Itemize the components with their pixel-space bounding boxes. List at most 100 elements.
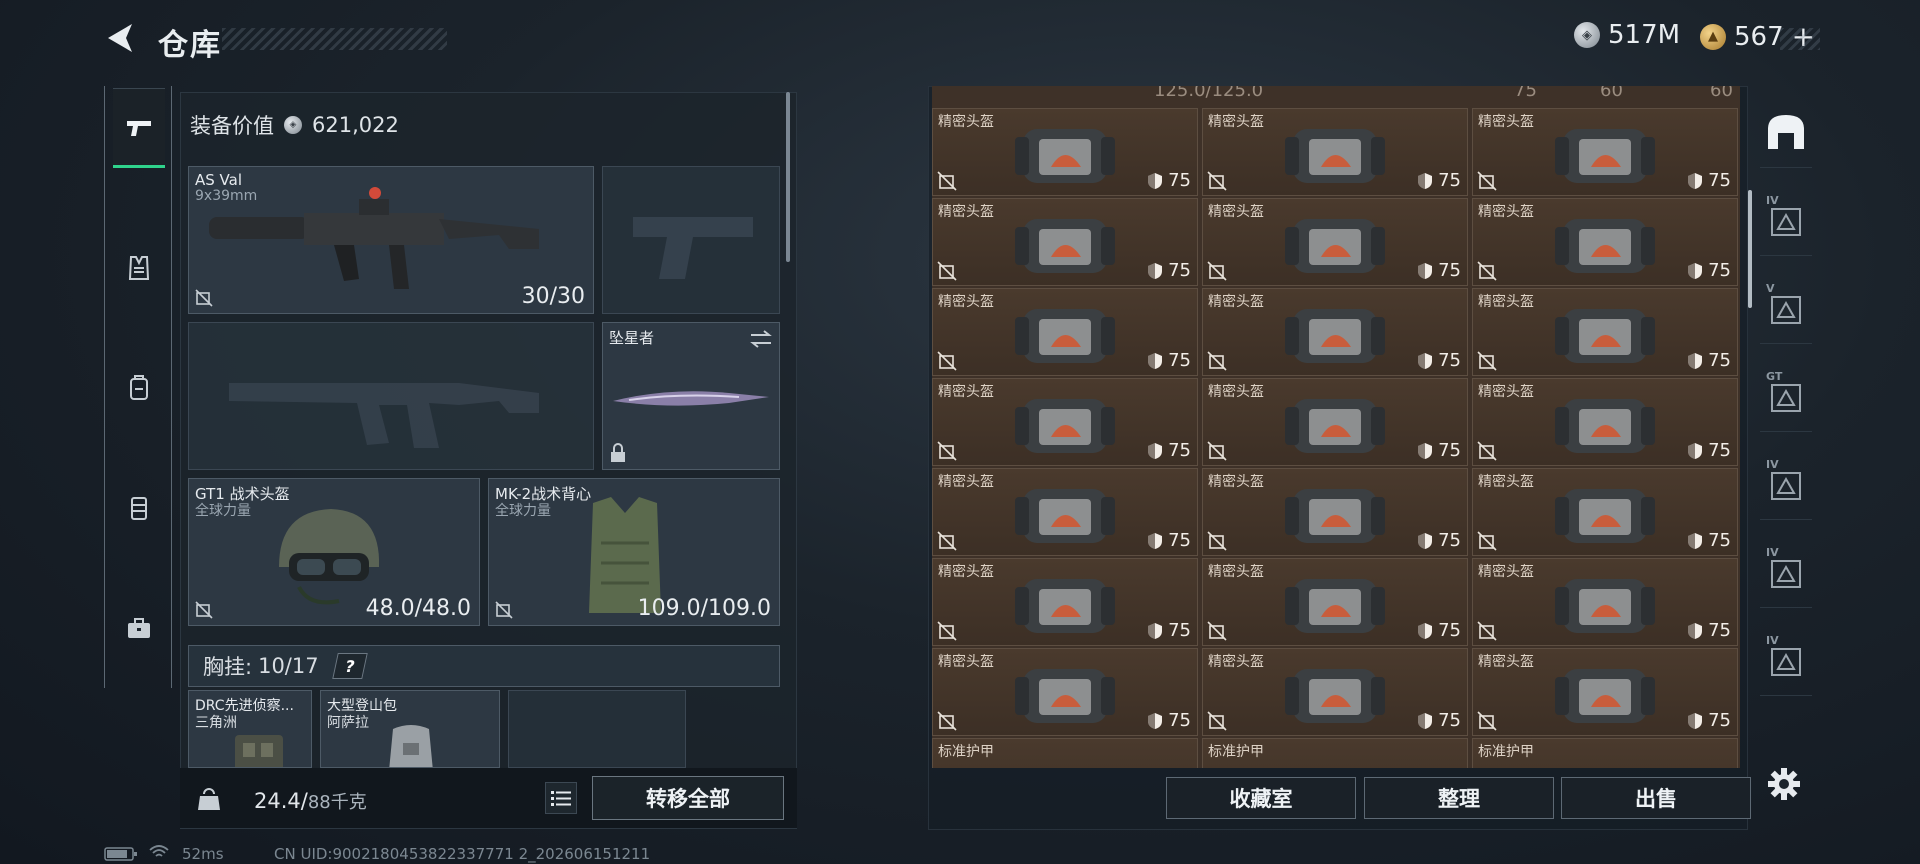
storage-item-cell[interactable]: 精密头盔 75: [1472, 288, 1738, 376]
storage-item-cell[interactable]: 精密头盔 75: [1202, 648, 1468, 736]
shield-icon: [1418, 352, 1433, 369]
storage-item-cell[interactable]: 精密头盔 75: [1202, 468, 1468, 556]
backpack-slot[interactable]: 大型登山包 阿萨拉: [320, 690, 500, 768]
case-icon: [128, 618, 150, 638]
shield-icon: [1148, 532, 1163, 549]
collection-room-button[interactable]: 收藏室: [1166, 777, 1356, 819]
armor-durability: 109.0/109.0: [637, 596, 771, 621]
transfer-all-button[interactable]: 转移全部: [592, 776, 784, 820]
melee-slot[interactable]: 坠星者: [602, 322, 780, 470]
storage-item-cell[interactable]: 精密头盔 75: [1472, 558, 1738, 646]
primary-weapon-slot[interactable]: AS Val 9x39mm 30/30: [188, 166, 594, 314]
helmet-item-icon: [1285, 669, 1385, 723]
filter-tier-item[interactable]: IV: [1760, 186, 1812, 256]
storage-item-cell[interactable]: 精密头盔 75: [932, 378, 1198, 466]
list-icon: [551, 791, 571, 806]
storage-item-cell[interactable]: 精密头盔 75: [932, 558, 1198, 646]
helmet-item-icon: [1015, 579, 1115, 633]
item-armor-class: 75: [1147, 170, 1191, 191]
organize-button[interactable]: 整理: [1364, 777, 1554, 819]
filter-tier-item[interactable]: IV: [1760, 538, 1812, 608]
storage-item-cell[interactable]: 精密头盔 75: [932, 288, 1198, 376]
category-armor[interactable]: [113, 228, 165, 308]
item-armor-class: 75: [1417, 260, 1461, 281]
secondary-primary-slot[interactable]: [188, 322, 594, 470]
item-name: 精密头盔: [938, 654, 994, 670]
item-armor-class: 75: [1417, 440, 1461, 461]
storage-item-cell[interactable]: 精密头盔 75: [932, 468, 1198, 556]
category-backpack[interactable]: [113, 348, 165, 428]
shield-icon: [1418, 442, 1433, 459]
armor-slot[interactable]: MK-2战术背心 全球力量 109.0/109.0: [488, 478, 780, 626]
item-name: 精密头盔: [1478, 384, 1534, 400]
wifi-icon: [149, 845, 169, 857]
item-name: 精密头盔: [1478, 114, 1534, 130]
filter-tier-item[interactable]: IV: [1760, 626, 1812, 696]
item-armor-value: 75: [1708, 260, 1731, 281]
sell-button[interactable]: 出售: [1561, 777, 1751, 819]
no-insure-icon: [1477, 621, 1497, 641]
filter-tier-item[interactable]: V: [1760, 274, 1812, 344]
item-armor-class: 75: [1417, 170, 1461, 191]
no-insure-icon: [937, 171, 957, 191]
shield-icon: [1688, 622, 1703, 639]
filter-tier-item[interactable]: GT: [1760, 362, 1812, 432]
storage-item-cell[interactable]: 精密头盔 75: [1472, 648, 1738, 736]
storage-item-cell[interactable]: 标准护甲: [1472, 738, 1738, 768]
item-armor-value: 75: [1168, 620, 1191, 641]
item-name: 精密头盔: [938, 204, 994, 220]
silver-amount: 517M: [1608, 20, 1681, 50]
item-name: 精密头盔: [1208, 564, 1264, 580]
help-button[interactable]: ?: [331, 653, 368, 679]
storage-item-cell[interactable]: 精密头盔 75: [932, 108, 1198, 196]
storage-item-cell[interactable]: 精密头盔 75: [1202, 378, 1468, 466]
secondary-weapon-slot[interactable]: [602, 166, 780, 314]
no-insure-icon: [495, 601, 513, 619]
item-name: 精密头盔: [1208, 294, 1264, 310]
item-armor-class: 75: [1687, 710, 1731, 731]
helmet-slot[interactable]: GT1 战术头盔 全球力量 48.0/48.0: [188, 478, 480, 626]
storage-item-cell[interactable]: 精密头盔 75: [1472, 378, 1738, 466]
storage-item-cell[interactable]: 精密头盔 75: [1472, 198, 1738, 286]
settings-gear-icon[interactable]: [1766, 766, 1802, 802]
item-armor-value: 75: [1708, 350, 1731, 371]
no-insure-icon: [1477, 351, 1497, 371]
storage-item-cell[interactable]: 精密头盔 75: [1202, 558, 1468, 646]
prev-durability: 125.0/125.0: [1154, 86, 1264, 101]
category-case[interactable]: [113, 588, 165, 668]
equipment-value: 装备价值 ◈ 621,022: [190, 100, 780, 150]
category-chest-rig[interactable]: [113, 468, 165, 548]
empty-container-slot[interactable]: [508, 690, 686, 768]
tier-label: V: [1766, 282, 1775, 295]
list-view-button[interactable]: [545, 782, 577, 814]
storage-item-cell[interactable]: 精密头盔 75: [1472, 108, 1738, 196]
weight-icon: [198, 788, 220, 810]
no-insure-icon: [937, 351, 957, 371]
backpack-icon: [130, 375, 148, 400]
storage-item-cell[interactable]: 标准护甲: [932, 738, 1198, 768]
back-button[interactable]: [100, 18, 140, 58]
equipment-scrollbar[interactable]: [786, 92, 790, 262]
storage-item-cell[interactable]: 标准护甲: [1202, 738, 1468, 768]
filter-all[interactable]: [1760, 98, 1812, 168]
storage-item-cell[interactable]: 精密头盔 75: [1472, 468, 1738, 556]
rig-slot[interactable]: DRC先进侦察... 三角洲: [188, 690, 312, 768]
filter-tier-item[interactable]: IV: [1760, 450, 1812, 520]
swap-icon[interactable]: [749, 329, 773, 349]
rig-icon: [131, 497, 147, 520]
shield-icon: [1688, 262, 1703, 279]
backpack-item-icon: [389, 725, 433, 767]
item-armor-class: 75: [1687, 170, 1731, 191]
storage-item-cell[interactable]: 精密头盔 75: [1202, 288, 1468, 376]
storage-item-cell[interactable]: 精密头盔 75: [932, 198, 1198, 286]
category-weapons[interactable]: [113, 88, 165, 168]
storage-item-cell[interactable]: 精密头盔 75: [932, 648, 1198, 736]
item-armor-value: 75: [1708, 710, 1731, 731]
shield-icon: [1418, 712, 1433, 729]
silver-coin-icon: ◈: [1574, 22, 1600, 48]
pistol-icon: [127, 121, 151, 136]
storage-item-cell[interactable]: 精密头盔 75: [1202, 198, 1468, 286]
storage-item-cell[interactable]: 精密头盔 75: [1202, 108, 1468, 196]
helmet-item-icon: [1015, 129, 1115, 183]
helmet-item-icon: [1015, 399, 1115, 453]
